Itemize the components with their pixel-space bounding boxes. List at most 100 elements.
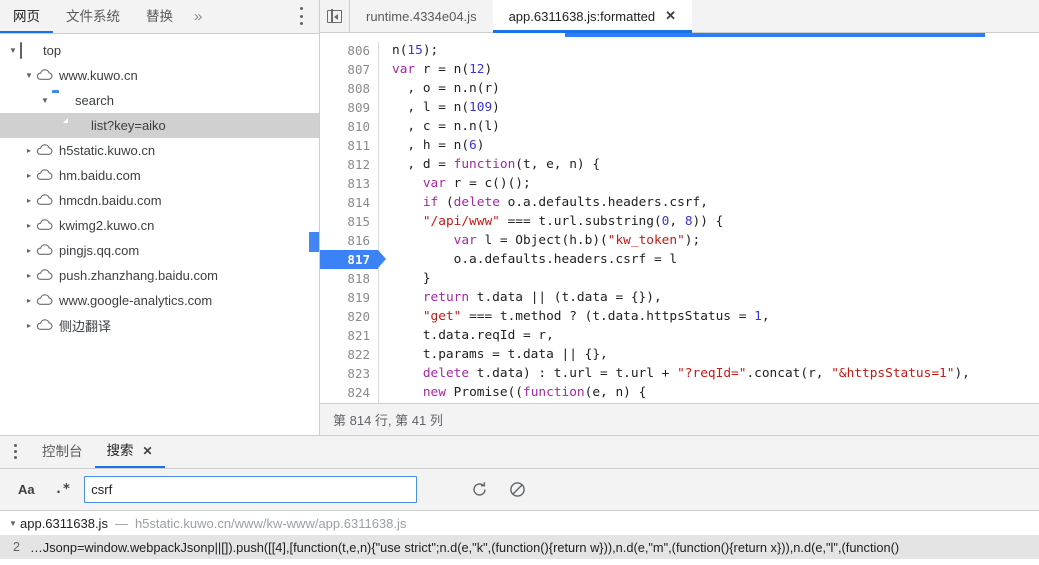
code-viewer[interactable]: 805n(28);806n(15);807var r = n(12)808 , … bbox=[320, 33, 1039, 403]
code-line[interactable]: 819 return t.data || (t.data = {}), bbox=[320, 288, 1039, 307]
code-line[interactable]: 822 t.params = t.data || {}, bbox=[320, 345, 1039, 364]
line-number[interactable]: 816 bbox=[320, 231, 378, 250]
chevron-down-icon[interactable]: ▼ bbox=[6, 519, 20, 528]
tree-item-hm-baidu-com[interactable]: ▸ hm.baidu.com bbox=[0, 163, 319, 188]
code-line[interactable]: 810 , c = n.n(l) bbox=[320, 117, 1039, 136]
code-line[interactable]: 812 , d = function(t, e, n) { bbox=[320, 155, 1039, 174]
editor-panel: runtime.4334e04.js app.6311638.js:format… bbox=[320, 0, 1039, 435]
search-result-line-number: 2 bbox=[13, 540, 20, 554]
line-number[interactable]: 819 bbox=[320, 288, 378, 307]
line-number[interactable]: 810 bbox=[320, 117, 378, 136]
tree-item-pingjs-qq-com[interactable]: ▸ pingjs.qq.com bbox=[0, 238, 319, 263]
line-number[interactable]: 825 bbox=[320, 402, 378, 403]
more-vertical-icon[interactable] bbox=[0, 435, 30, 468]
refresh-icon[interactable] bbox=[465, 476, 493, 504]
use-regex-button[interactable]: .* bbox=[49, 480, 77, 499]
tree-item-h5static-kuwo-cn[interactable]: ▸ h5static.kuwo.cn bbox=[0, 138, 319, 163]
line-number[interactable]: 821 bbox=[320, 326, 378, 345]
close-icon[interactable]: ✕ bbox=[665, 8, 676, 24]
line-number[interactable]: 809 bbox=[320, 98, 378, 117]
code-line[interactable]: 807 var r = n(12) bbox=[320, 60, 1039, 79]
code-line[interactable]: 809 , l = n(109) bbox=[320, 98, 1039, 117]
tree-item-kwimg2-kuwo-cn[interactable]: ▸ kwimg2.kuwo.cn bbox=[0, 213, 319, 238]
nav-tab-page[interactable]: 网页 bbox=[0, 0, 53, 33]
tree-item-cebianfanyi[interactable]: ▸ 侧边翻译 bbox=[0, 313, 319, 338]
tree-item-label: pingjs.qq.com bbox=[59, 243, 140, 258]
nav-tab-overrides[interactable]: 替换 bbox=[133, 0, 186, 33]
editor-tab-label: app.6311638.js:formatted bbox=[508, 8, 656, 24]
line-number[interactable]: 814 bbox=[320, 193, 378, 212]
match-case-button[interactable]: Aa bbox=[12, 480, 41, 499]
line-number[interactable]: 820 bbox=[320, 307, 378, 326]
code-token: "?reqId=" bbox=[677, 366, 747, 381]
tree-item-www-kuwo-cn[interactable]: ▼ www.kuwo.cn bbox=[0, 63, 319, 88]
line-number[interactable]: 812 bbox=[320, 155, 378, 174]
code-line[interactable]: 821 t.data.reqId = r, bbox=[320, 326, 1039, 345]
tree-item-search-folder[interactable]: ▼ search bbox=[0, 88, 319, 113]
chevron-right-icon[interactable]: ▸ bbox=[22, 196, 36, 205]
line-number[interactable]: 811 bbox=[320, 136, 378, 155]
tree-item-www-google-analytics-com[interactable]: ▸ www.google-analytics.com bbox=[0, 288, 319, 313]
code-token: 1 bbox=[754, 309, 762, 324]
horizontal-scrollbar[interactable] bbox=[565, 33, 985, 37]
search-input[interactable] bbox=[84, 476, 418, 503]
line-source: , h = n(6) bbox=[378, 136, 484, 155]
chevron-down-icon[interactable]: ▼ bbox=[6, 46, 20, 55]
editor-tab-app-formatted[interactable]: app.6311638.js:formatted ✕ bbox=[492, 0, 693, 33]
code-line[interactable]: 815 "/api/www" === t.url.substring(0, 8)… bbox=[320, 212, 1039, 231]
code-line[interactable]: 808 , o = n.n(r) bbox=[320, 79, 1039, 98]
tree-item-push-zhanzhang-baidu-com[interactable]: ▸ push.zhanzhang.baidu.com bbox=[0, 263, 319, 288]
chevron-down-icon[interactable]: ▼ bbox=[22, 71, 36, 80]
more-vertical-icon[interactable] bbox=[293, 7, 309, 25]
chevron-right-icon[interactable]: ▸ bbox=[22, 221, 36, 230]
close-icon[interactable]: ✕ bbox=[143, 435, 153, 467]
line-number[interactable]: 818 bbox=[320, 269, 378, 288]
show-navigator-icon[interactable] bbox=[320, 0, 350, 32]
drawer-tab-search[interactable]: 搜索 ✕ bbox=[94, 435, 165, 468]
line-number[interactable]: 824 bbox=[320, 383, 378, 402]
line-number[interactable]: 817 bbox=[320, 250, 378, 269]
line-number[interactable]: 813 bbox=[320, 174, 378, 193]
code-line[interactable]: 813 var r = c()(); bbox=[320, 174, 1039, 193]
code-line[interactable]: 814 if (delete o.a.defaults.headers.csrf… bbox=[320, 193, 1039, 212]
search-result-match[interactable]: 2 …Jsonp=window.webpackJsonp||[]).push([… bbox=[0, 535, 1039, 559]
line-number[interactable]: 823 bbox=[320, 364, 378, 383]
code-line[interactable]: 824 new Promise((function(e, n) { bbox=[320, 383, 1039, 402]
code-token: function bbox=[453, 157, 516, 172]
chevron-right-icon[interactable]: ▸ bbox=[22, 296, 36, 305]
chevron-right-icon[interactable]: ▸ bbox=[22, 271, 36, 280]
code-line[interactable]: 811 , h = n(6) bbox=[320, 136, 1039, 155]
chevron-right-icon[interactable]: ▸ bbox=[22, 321, 36, 330]
tree-item-top[interactable]: ▼ top bbox=[0, 38, 319, 63]
tree-item-label: list?key=aiko bbox=[91, 118, 166, 133]
frame-icon bbox=[20, 41, 38, 59]
chevron-right-icon[interactable]: ▸ bbox=[22, 146, 36, 155]
tree-item-hmcdn-baidu-com[interactable]: ▸ hmcdn.baidu.com bbox=[0, 188, 319, 213]
code-line[interactable]: 820 "get" === t.method ? (t.data.httpsSt… bbox=[320, 307, 1039, 326]
nav-more-tabs-button[interactable]: » bbox=[186, 0, 210, 33]
line-number[interactable]: 808 bbox=[320, 79, 378, 98]
line-source: var r = c()(); bbox=[378, 174, 531, 193]
chevron-down-icon[interactable]: ▼ bbox=[38, 96, 52, 105]
line-number[interactable]: 807 bbox=[320, 60, 378, 79]
chevron-right-icon[interactable]: ▸ bbox=[22, 171, 36, 180]
tree-item-list-key-aiko[interactable]: ▸ list?key=aiko bbox=[0, 113, 319, 138]
scroll-position-marker[interactable] bbox=[309, 232, 319, 252]
chevron-right-icon[interactable]: ▸ bbox=[22, 246, 36, 255]
line-number[interactable]: 806 bbox=[320, 41, 378, 60]
code-line[interactable]: 823 delete t.data) : t.url = t.url + "?r… bbox=[320, 364, 1039, 383]
clear-icon[interactable] bbox=[503, 476, 531, 504]
code-line[interactable]: 816 var l = Object(h.b)("kw_token"); bbox=[320, 231, 1039, 250]
line-number[interactable]: 822 bbox=[320, 345, 378, 364]
drawer-tab-console[interactable]: 控制台 bbox=[30, 436, 95, 468]
line-number[interactable]: 815 bbox=[320, 212, 378, 231]
editor-tab-runtime[interactable]: runtime.4334e04.js bbox=[350, 0, 493, 32]
code-line[interactable]: 806 n(15); bbox=[320, 41, 1039, 60]
code-token: delete bbox=[453, 195, 500, 210]
nav-tab-filesystem[interactable]: 文件系统 bbox=[53, 0, 133, 33]
code-line[interactable]: 818 } bbox=[320, 269, 1039, 288]
code-line[interactable]: 817 o.a.defaults.headers.csrf = l bbox=[320, 250, 1039, 269]
search-result-file[interactable]: ▼ app.6311638.js — h5static.kuwo.cn/www/… bbox=[0, 511, 1039, 535]
